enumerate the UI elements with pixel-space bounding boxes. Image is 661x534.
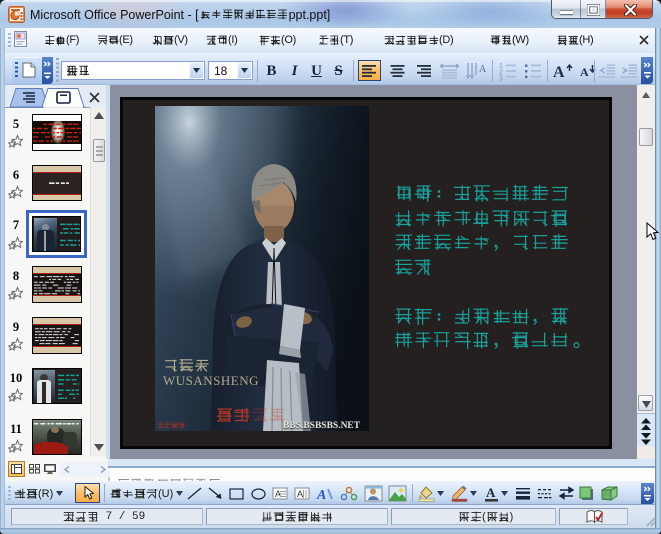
svg-text:A: A — [479, 64, 487, 75]
svg-text:A: A — [486, 485, 496, 500]
svg-text:3: 3 — [499, 76, 503, 82]
svg-text:A: A — [553, 64, 565, 81]
svg-text:A: A — [297, 489, 303, 499]
svg-text:A: A — [316, 488, 326, 502]
svg-text:A: A — [580, 65, 589, 79]
